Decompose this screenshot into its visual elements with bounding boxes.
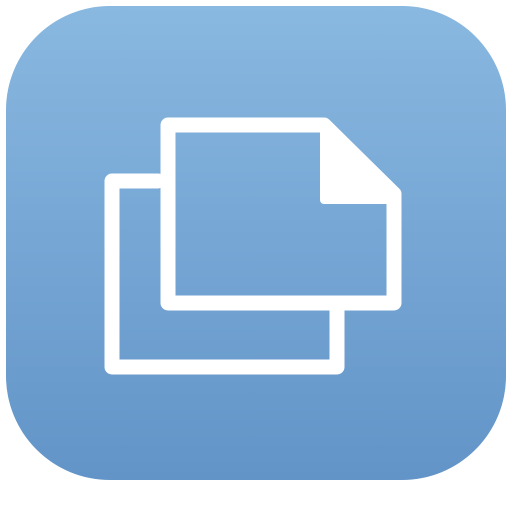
back-document-icon xyxy=(104,173,345,375)
app-icon-tile[interactable] xyxy=(6,6,506,480)
folded-corner-icon xyxy=(320,121,398,204)
front-document-icon xyxy=(160,117,402,311)
duplicate-documents-icon xyxy=(104,117,402,375)
